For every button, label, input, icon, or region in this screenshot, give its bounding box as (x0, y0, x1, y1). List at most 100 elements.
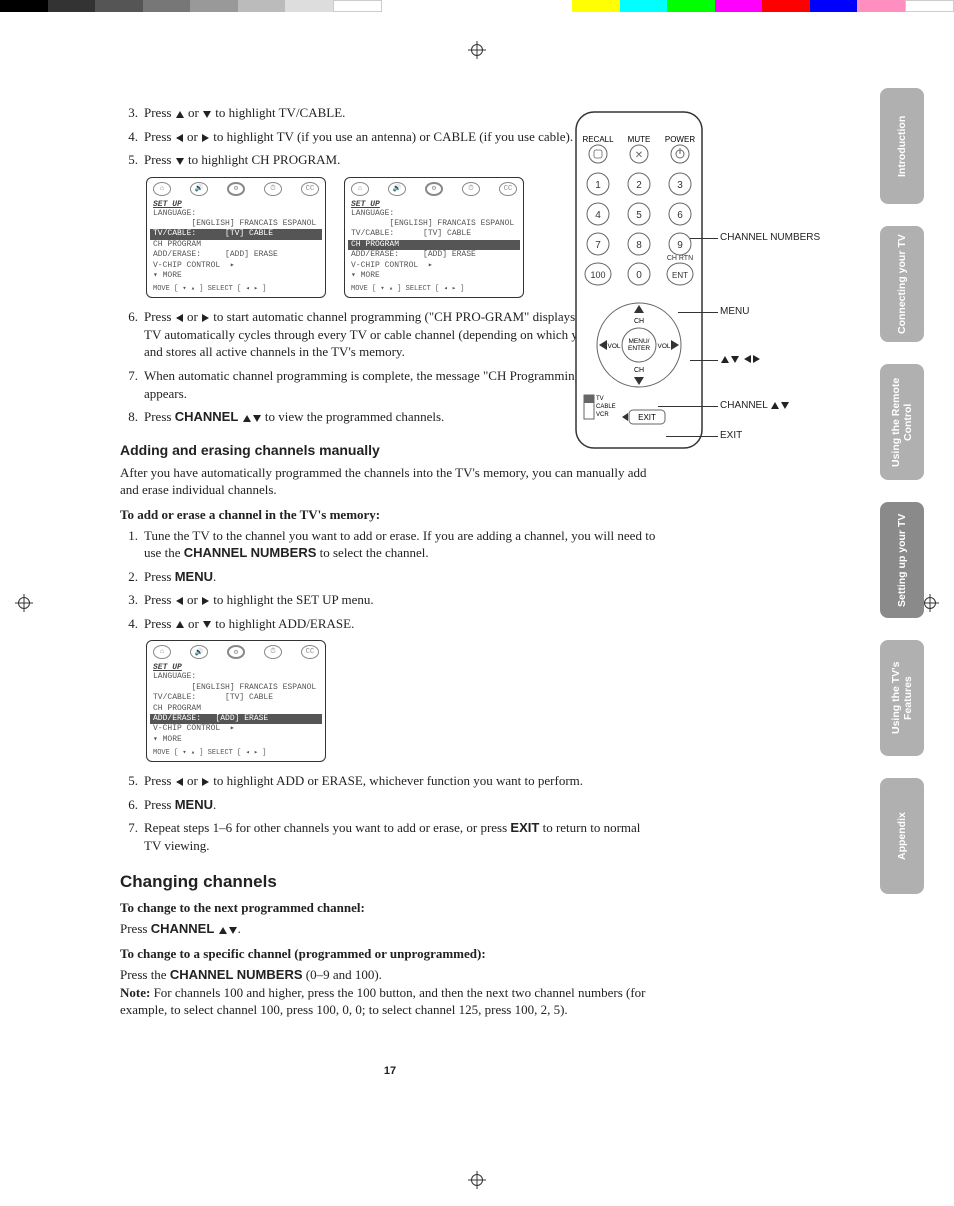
step-number: 4. (120, 128, 138, 146)
registration-mark-icon (471, 1174, 483, 1186)
step-number: 7. (120, 367, 138, 402)
left-arrow-icon (176, 314, 183, 322)
osd-highlight: CH PROGRAM (348, 240, 520, 250)
lead-text: To change to the next programmed channel… (120, 900, 660, 916)
step-number: 6. (120, 308, 138, 361)
step-text: Press or to highlight the SET UP menu. (144, 591, 374, 609)
step-text: Press or to highlight TV (if you use an … (144, 128, 573, 146)
up-arrow-icon (176, 111, 184, 118)
label: POWER (665, 135, 695, 144)
paragraph: Press CHANNEL . (120, 920, 660, 938)
callout: MENU (720, 306, 749, 317)
steps-add-b: 5. Press or to highlight ADD or ERASE, w… (120, 772, 660, 854)
callout: CHANNEL NUMBERS (720, 232, 820, 243)
osd-tab-icon: 🔊 (190, 182, 208, 196)
svg-text:0: 0 (636, 270, 642, 281)
osd-line: [ENGLISH] FRANCAIS ESPANOL (153, 219, 319, 229)
down-arrow-icon (176, 158, 184, 165)
osd-tab-icon: ⌂ (351, 182, 369, 196)
label: MUTE (628, 135, 651, 144)
down-arrow-icon (253, 415, 261, 422)
lead-text: To change to a specific channel (program… (120, 946, 660, 962)
svg-text:CH RTN: CH RTN (667, 255, 693, 262)
osd-line: CH PROGRAM (153, 704, 319, 714)
svg-text:MENU/: MENU/ (629, 338, 650, 345)
step-number: 7. (120, 819, 138, 854)
page-number: 17 (120, 1065, 660, 1077)
step-text: Press MENU. (144, 568, 216, 586)
down-arrow-icon (229, 927, 237, 934)
remote-svg: RECALL MUTE POWER ✕ 1 2 3 4 5 6 7 8 9 10… (574, 110, 704, 450)
color-swatch-bar (0, 0, 954, 12)
right-arrow-icon (202, 778, 209, 786)
osd-line: ▾ MORE (153, 271, 319, 281)
osd-screen-chprogram: ⌂🔊⚙⏱CC SET UP LANGUAGE: [ENGLISH] FRANCA… (344, 177, 524, 299)
right-arrow-icon (202, 597, 209, 605)
svg-text:3: 3 (677, 180, 683, 191)
osd-nav: MOVE [ ▾ ▴ ] SELECT [ ◂ ▸ ] (153, 284, 319, 293)
osd-line: ADD/ERASE: [ADD] ERASE (351, 250, 517, 260)
osd-line: ADD/ERASE: [ADD] ERASE (153, 250, 319, 260)
svg-text:CH: CH (634, 318, 644, 325)
osd-nav: MOVE [ ▾ ▴ ] SELECT [ ◂ ▸ ] (153, 748, 319, 757)
svg-text:6: 6 (677, 210, 683, 221)
svg-text:TV: TV (596, 396, 604, 402)
osd-tab-icon: CC (301, 182, 319, 196)
step-number: 1. (120, 527, 138, 562)
osd-highlight: ADD/ERASE: [ADD] ERASE (150, 714, 322, 724)
osd-tab-icon: ⌂ (153, 645, 171, 659)
step-text: Press or to highlight TV/CABLE. (144, 104, 345, 122)
osd-line: ▾ MORE (351, 271, 517, 281)
step-text: Repeat steps 1–6 for other channels you … (144, 819, 660, 854)
lead-text: To add or erase a channel in the TV's me… (120, 507, 660, 523)
osd-tab-icon: ⏱ (264, 645, 282, 659)
osd-tab-icon: ⚙ (227, 182, 245, 196)
right-arrow-icon (202, 314, 209, 322)
osd-screens-row: ⌂🔊⚙⏱CC SET UP LANGUAGE: [ENGLISH] FRANCA… (146, 640, 660, 762)
tab-setting-up: Setting up your TV (880, 502, 924, 618)
svg-text:CABLE: CABLE (596, 404, 616, 410)
osd-highlight: TV/CABLE: [TV] CABLE (150, 229, 322, 239)
registration-mark-icon (18, 597, 30, 609)
step-number: 8. (120, 408, 138, 426)
heading-changing: Changing channels (120, 872, 660, 892)
osd-title: SET UP (153, 200, 319, 209)
osd-line: LANGUAGE: (153, 672, 319, 682)
svg-text:9: 9 (677, 240, 683, 251)
remote-illustration: RECALL MUTE POWER ✕ 1 2 3 4 5 6 7 8 9 10… (570, 110, 900, 454)
svg-text:2: 2 (636, 180, 642, 191)
svg-text:5: 5 (636, 210, 642, 221)
step-number: 3. (120, 104, 138, 122)
osd-tab-icon: 🔊 (190, 645, 208, 659)
step-text: Tune the TV to the channel you want to a… (144, 527, 660, 562)
osd-line: TV/CABLE: [TV] CABLE (153, 693, 319, 703)
step-number: 5. (120, 151, 138, 169)
left-arrow-icon (176, 597, 183, 605)
svg-text:VCR: VCR (596, 412, 609, 418)
callout: EXIT (720, 430, 742, 441)
registration-mark-icon (924, 597, 936, 609)
osd-line: CH PROGRAM (153, 240, 319, 250)
step-text: Press or to highlight ADD or ERASE, whic… (144, 772, 583, 790)
left-arrow-icon (176, 778, 183, 786)
step-number: 5. (120, 772, 138, 790)
label: RECALL (582, 135, 614, 144)
callout (720, 354, 761, 365)
svg-text:✕: ✕ (635, 150, 643, 161)
osd-line: TV/CABLE: [TV] CABLE (351, 229, 517, 239)
osd-line: V-CHIP CONTROL ▸ (351, 261, 517, 271)
down-arrow-icon (203, 621, 211, 628)
osd-tab-icon: 🔊 (388, 182, 406, 196)
registration-mark-icon (471, 44, 483, 56)
down-arrow-icon (203, 111, 211, 118)
right-arrow-icon (202, 134, 209, 142)
osd-tab-icon: CC (301, 645, 319, 659)
svg-text:8: 8 (636, 240, 642, 251)
step-text: Press to highlight CH PROGRAM. (144, 151, 340, 169)
osd-tab-icon: CC (499, 182, 517, 196)
svg-text:CH: CH (634, 367, 644, 374)
osd-line: V-CHIP CONTROL ▸ (153, 261, 319, 271)
osd-title: SET UP (351, 200, 517, 209)
osd-tab-icon: ⚙ (425, 182, 443, 196)
tab-features: Using the TV's Features (880, 640, 924, 756)
